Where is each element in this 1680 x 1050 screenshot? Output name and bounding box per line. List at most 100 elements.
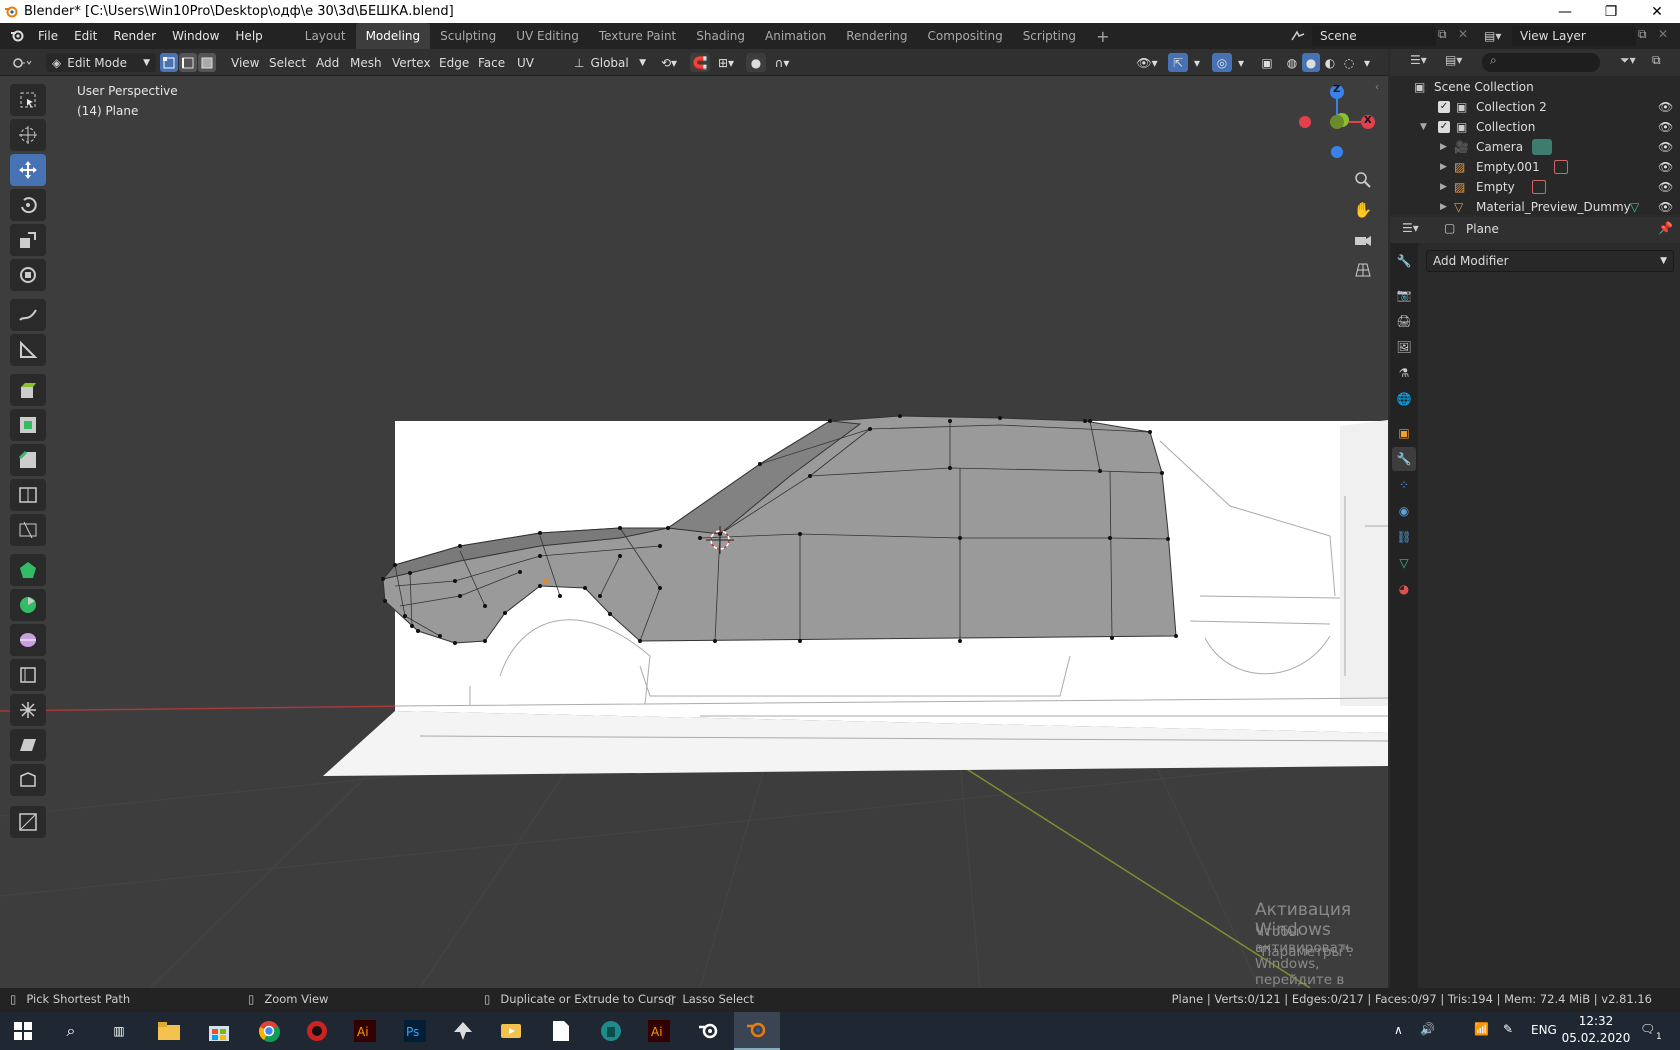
overlays-toggle-icon[interactable]: ◎ bbox=[1212, 53, 1232, 72]
menu-edge[interactable]: Edge bbox=[434, 53, 474, 72]
network-icon[interactable]: 📶 bbox=[1474, 1022, 1489, 1036]
remove-scene-icon[interactable]: ✕ bbox=[1458, 27, 1474, 45]
particles-tab-icon[interactable]: ⁘ bbox=[1392, 473, 1416, 497]
scene-icon[interactable] bbox=[1290, 26, 1308, 46]
vertex-select-icon[interactable] bbox=[160, 53, 178, 72]
copy-view-layer-icon[interactable]: ⧉ bbox=[1638, 27, 1654, 45]
gizmo-toggle-icon[interactable]: ⇱ bbox=[1168, 53, 1188, 72]
render-tab-icon[interactable]: 📷 bbox=[1392, 283, 1416, 307]
outliner-row-empty-001[interactable]: ▶ ▨ Empty.001 👁 bbox=[1390, 157, 1680, 177]
outliner-row-scene-collection[interactable]: ▣ Scene Collection bbox=[1390, 77, 1680, 97]
expand-arrow-icon[interactable]: ▶ bbox=[1440, 142, 1447, 152]
close-button[interactable]: ✕ bbox=[1634, 0, 1680, 23]
pen-icon[interactable]: ✎ bbox=[1503, 1022, 1513, 1036]
camera-data-icon[interactable] bbox=[1532, 139, 1552, 155]
material-tab-icon[interactable]: ◕ bbox=[1392, 577, 1416, 601]
expand-arrow-icon[interactable]: ▶ bbox=[1440, 202, 1447, 212]
display-mode-icon[interactable]: ▤▾ bbox=[1445, 53, 1462, 67]
windows-start-icon[interactable] bbox=[0, 1012, 46, 1050]
annotate-tool-icon[interactable] bbox=[10, 299, 46, 331]
menu-render[interactable]: Render bbox=[105, 23, 164, 49]
smooth-tool-icon[interactable] bbox=[10, 624, 46, 656]
constraints-tab-icon[interactable]: ⛓ bbox=[1392, 525, 1416, 549]
pivot-point-icon[interactable]: ⟲▾ bbox=[656, 53, 682, 72]
snap-target-icon[interactable]: ⊞▾ bbox=[712, 53, 740, 72]
view-layer-tab-icon[interactable]: 🖼 bbox=[1392, 335, 1416, 359]
shading-solid-icon[interactable]: ● bbox=[1302, 53, 1320, 72]
volume-icon[interactable]: 🔊 bbox=[1420, 1022, 1435, 1036]
chevron-down-icon[interactable]: ▾ bbox=[1190, 53, 1204, 72]
tab-shading[interactable]: Shading bbox=[686, 23, 755, 49]
photoshop-icon[interactable]: Ps bbox=[392, 1012, 438, 1050]
pin-icon[interactable]: 📌 bbox=[1658, 221, 1673, 235]
sidebar-toggle-icon[interactable]: ‹ bbox=[1375, 82, 1379, 93]
shading-wireframe-icon[interactable]: ◍ bbox=[1283, 53, 1301, 72]
chevron-down-icon[interactable]: ▾ bbox=[1234, 53, 1248, 72]
measure-tool-icon[interactable] bbox=[10, 334, 46, 366]
shear-tool-icon[interactable] bbox=[10, 729, 46, 761]
select-box-tool-icon[interactable] bbox=[10, 84, 46, 116]
app-red-icon[interactable] bbox=[294, 1012, 340, 1050]
extrude-tool-icon[interactable] bbox=[10, 374, 46, 406]
checkbox-icon[interactable]: ✓ bbox=[1438, 121, 1450, 133]
snap-toggle-icon[interactable]: 🧲 bbox=[690, 53, 710, 72]
menu-file[interactable]: File bbox=[30, 23, 66, 49]
teal-app-icon[interactable] bbox=[588, 1012, 634, 1050]
menu-help[interactable]: Help bbox=[227, 23, 270, 49]
store-icon[interactable] bbox=[196, 1012, 242, 1050]
loop-cut-tool-icon[interactable] bbox=[10, 479, 46, 511]
menu-mesh[interactable]: Mesh bbox=[345, 53, 387, 72]
tool-tab-icon[interactable]: 🔧 bbox=[1392, 249, 1416, 273]
eye-icon[interactable]: 👁 bbox=[1658, 100, 1673, 114]
tab-layout[interactable]: Layout bbox=[295, 23, 356, 49]
3d-viewport[interactable]: User Perspective (14) Plane Z X ✋ ‹ Акти… bbox=[0, 76, 1388, 988]
image-data-icon[interactable] bbox=[1554, 160, 1568, 174]
eye-icon[interactable]: 👁 bbox=[1658, 180, 1673, 194]
menu-select[interactable]: Select bbox=[264, 53, 311, 72]
pan-hand-icon[interactable]: ✋ bbox=[1348, 196, 1378, 224]
outliner-row-collection-2[interactable]: ✓ ▣ Collection 2 👁 bbox=[1390, 97, 1680, 117]
menu-edit[interactable]: Edit bbox=[66, 23, 105, 49]
bevel-tool-icon[interactable] bbox=[10, 444, 46, 476]
perspective-toggle-icon[interactable] bbox=[1348, 256, 1378, 284]
restore-button[interactable]: ❐ bbox=[1588, 0, 1634, 23]
tab-uv-editing[interactable]: UV Editing bbox=[506, 23, 589, 49]
properties-editor-icon[interactable]: ☰▾ bbox=[1402, 221, 1419, 235]
outliner-row-material-preview-dummy[interactable]: ▶ ▽ Material_Preview_Dummy ▽ 👁 bbox=[1390, 197, 1680, 217]
edge-select-icon[interactable] bbox=[179, 53, 197, 72]
add-workspace-icon[interactable]: + bbox=[1086, 23, 1119, 49]
scale-tool-icon[interactable] bbox=[10, 224, 46, 256]
clock-date[interactable]: 05.02.2020 bbox=[1560, 1031, 1632, 1045]
menu-window[interactable]: Window bbox=[164, 23, 227, 49]
blender-menu-icon[interactable] bbox=[0, 23, 30, 49]
rotate-tool-icon[interactable] bbox=[10, 189, 46, 221]
proportional-edit-icon[interactable]: ● bbox=[746, 53, 766, 72]
new-collection-icon[interactable]: ⧉ bbox=[1652, 53, 1661, 68]
blender-taskbar-icon[interactable] bbox=[686, 1012, 732, 1050]
file-explorer-icon[interactable] bbox=[146, 1012, 192, 1050]
face-select-icon[interactable] bbox=[198, 53, 216, 72]
modifier-tab-icon[interactable]: 🔧 bbox=[1392, 447, 1416, 471]
world-tab-icon[interactable]: 🌐 bbox=[1392, 387, 1416, 411]
inset-tool-icon[interactable] bbox=[10, 409, 46, 441]
add-modifier-dropdown[interactable]: Add Modifier ▼ bbox=[1426, 250, 1674, 272]
eye-icon[interactable]: 👁 bbox=[1658, 140, 1673, 154]
shading-material-icon[interactable]: ◐ bbox=[1321, 53, 1339, 72]
mode-select[interactable]: ◈ Edit Mode ▼ bbox=[46, 53, 156, 72]
copy-scene-icon[interactable]: ⧉ bbox=[1438, 27, 1454, 45]
outliner-row-empty[interactable]: ▶ ▨ Empty 👁 bbox=[1390, 177, 1680, 197]
mesh-data-icon[interactable]: ▽ bbox=[1630, 200, 1639, 214]
mesh-data-tab-icon[interactable]: ▽ bbox=[1392, 551, 1416, 575]
tab-scripting[interactable]: Scripting bbox=[1013, 23, 1086, 49]
outliner-row-collection[interactable]: ▼ ✓ ▣ Collection 👁 bbox=[1390, 117, 1680, 137]
cursor-tool-icon[interactable] bbox=[10, 119, 46, 151]
spin-tool-icon[interactable] bbox=[10, 589, 46, 621]
illustrator-icon[interactable]: Ai bbox=[342, 1012, 388, 1050]
object-tab-icon[interactable]: ▣ bbox=[1392, 421, 1416, 445]
editor-type-icon[interactable] bbox=[8, 53, 38, 72]
view-layer-icon[interactable]: ▤▾ bbox=[1484, 26, 1510, 46]
tray-chevron-icon[interactable]: ∧ bbox=[1394, 1023, 1403, 1037]
menu-vertex[interactable]: Vertex bbox=[387, 53, 436, 72]
minimize-button[interactable]: — bbox=[1542, 0, 1588, 23]
clock-time[interactable]: 12:32 bbox=[1566, 1014, 1626, 1028]
